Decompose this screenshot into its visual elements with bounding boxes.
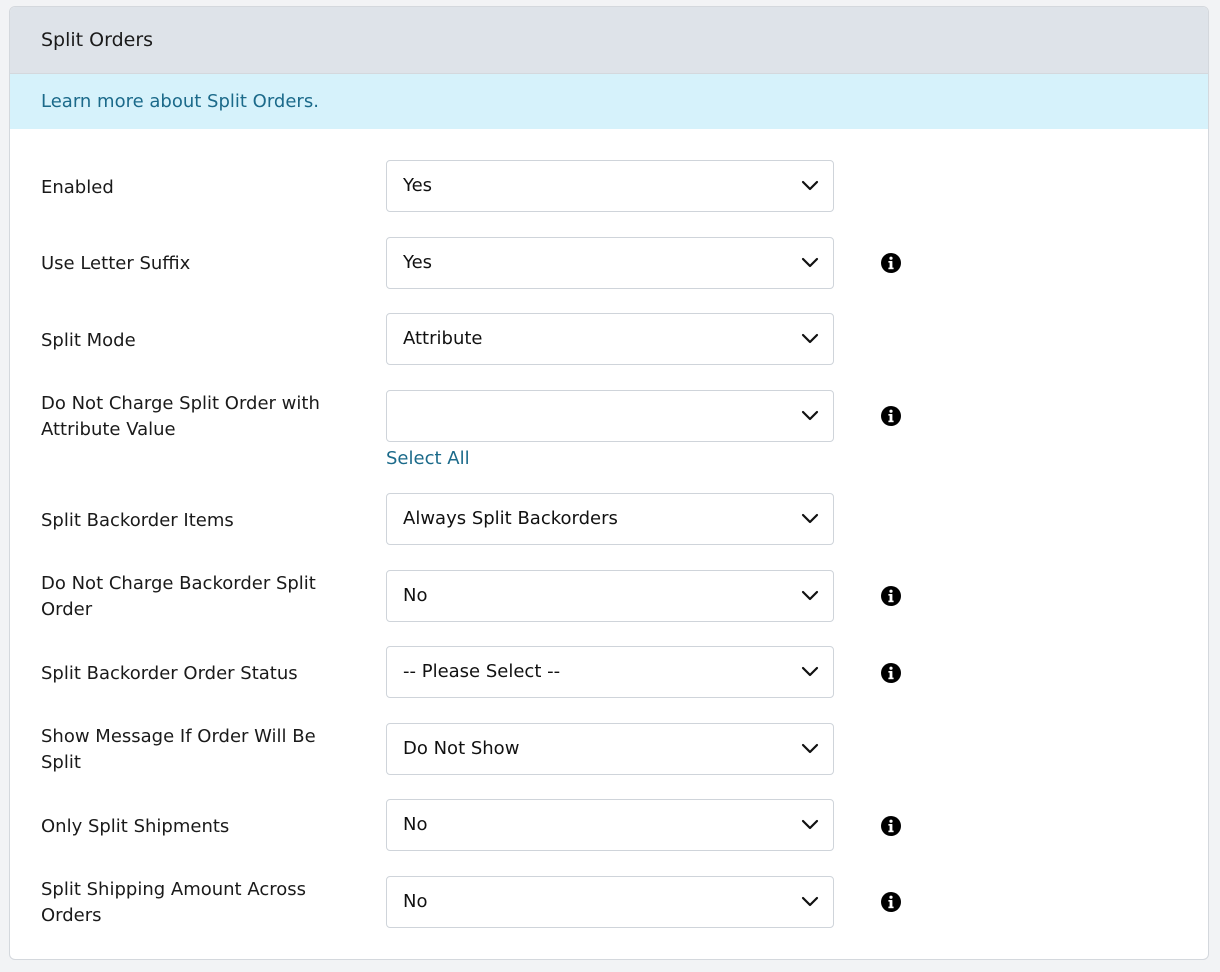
panel-header: Split Orders [10, 7, 1208, 74]
only-split-shipments-label: Only Split Shipments [41, 816, 230, 837]
chevron-down-icon [801, 333, 819, 344]
split-backorder-status-select[interactable]: -- Please Select -- [386, 646, 834, 698]
chevron-down-icon [801, 666, 819, 677]
use-letter-suffix-label: Use Letter Suffix [41, 253, 191, 274]
split-backorder-items-value: Always Split Backorders [403, 508, 618, 529]
use-letter-suffix-select[interactable]: Yes [386, 237, 834, 289]
split-backorder-items-select[interactable]: Always Split Backorders [386, 493, 834, 545]
split-shipping-amount-select[interactable]: No [386, 876, 834, 928]
show-message-label: Show Message If Order Will Be Split [41, 726, 316, 773]
chevron-down-icon [801, 410, 819, 421]
do-not-charge-split-order-label: Do Not Charge Split Order with Attribute… [41, 393, 320, 440]
split-shipping-amount-value: No [403, 891, 428, 912]
split-mode-value: Attribute [403, 328, 483, 349]
info-icon[interactable] [881, 816, 901, 836]
only-split-shipments-select[interactable]: No [386, 799, 834, 851]
do-not-charge-backorder-label: Do Not Charge Backorder Split Order [41, 573, 316, 620]
use-letter-suffix-value: Yes [403, 252, 433, 273]
enabled-label: Enabled [41, 177, 114, 198]
chevron-down-icon [801, 743, 819, 754]
chevron-down-icon [801, 896, 819, 907]
select-all-link[interactable]: Select All [386, 448, 470, 469]
info-icon[interactable] [881, 892, 901, 912]
info-icon[interactable] [881, 253, 901, 273]
do-not-charge-backorder-value: No [403, 585, 428, 606]
learn-more-link[interactable]: Learn more about Split Orders. [41, 91, 319, 112]
do-not-charge-split-order-select[interactable] [386, 390, 834, 442]
enabled-select[interactable]: Yes [386, 160, 834, 212]
info-banner: Learn more about Split Orders. [10, 74, 1208, 129]
chevron-down-icon [801, 819, 819, 830]
info-icon[interactable] [881, 586, 901, 606]
split-orders-panel: Split Orders Learn more about Split Orde… [9, 6, 1209, 960]
chevron-down-icon [801, 513, 819, 524]
enabled-value: Yes [403, 175, 433, 196]
chevron-down-icon [801, 590, 819, 601]
info-icon[interactable] [881, 406, 901, 426]
info-icon[interactable] [881, 663, 901, 683]
split-backorder-status-value: -- Please Select -- [403, 661, 561, 682]
split-backorder-items-label: Split Backorder Items [41, 510, 234, 531]
split-shipping-amount-label: Split Shipping Amount Across Orders [41, 879, 306, 926]
show-message-value: Do Not Show [403, 738, 520, 759]
split-mode-select[interactable]: Attribute [386, 313, 834, 365]
split-mode-label: Split Mode [41, 330, 136, 351]
panel-title: Split Orders [41, 29, 154, 51]
do-not-charge-backorder-select[interactable]: No [386, 570, 834, 622]
split-backorder-status-label: Split Backorder Order Status [41, 663, 298, 684]
only-split-shipments-value: No [403, 814, 428, 835]
show-message-select[interactable]: Do Not Show [386, 723, 834, 775]
chevron-down-icon [801, 180, 819, 191]
chevron-down-icon [801, 257, 819, 268]
